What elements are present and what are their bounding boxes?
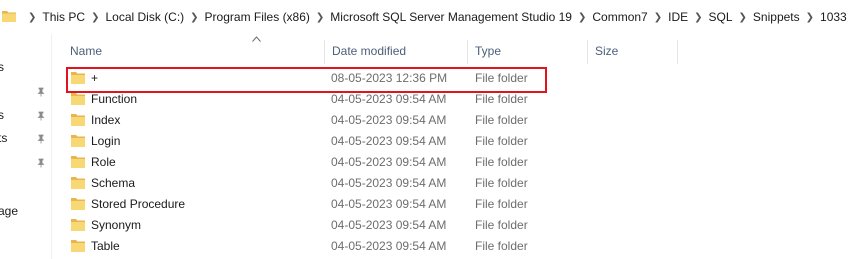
- file-name: Table: [91, 239, 120, 253]
- chevron-right-icon[interactable]: ❯: [316, 12, 324, 23]
- column-header-date-modified[interactable]: Date modified: [324, 36, 467, 66]
- breadcrumb-sql[interactable]: SQL: [709, 10, 733, 24]
- file-date-modified: 04-05-2023 09:54 AM: [331, 218, 447, 232]
- column-headers: Name Date modified Type Size: [62, 36, 853, 66]
- file-type: File folder: [475, 218, 528, 232]
- file-list: + 08-05-2023 12:36 PM File folder Functi…: [62, 68, 853, 257]
- chevron-right-icon[interactable]: ❯: [28, 12, 36, 23]
- chevron-right-icon[interactable]: ❯: [578, 12, 586, 23]
- pin-icon[interactable]: [36, 111, 46, 121]
- nav-item-fragment[interactable]: s: [0, 60, 4, 74]
- column-divider[interactable]: [677, 40, 678, 64]
- list-item[interactable]: Login 04-05-2023 09:54 AM File folder: [62, 131, 853, 152]
- folder-icon: [71, 219, 85, 231]
- file-date-modified: 04-05-2023 09:54 AM: [331, 197, 447, 211]
- breadcrumb-local-disk[interactable]: Local Disk (C:): [105, 10, 184, 24]
- file-type: File folder: [475, 155, 528, 169]
- folder-icon: [71, 93, 85, 105]
- breadcrumb: ❯ This PC ❯ Local Disk (C:) ❯ Program Fi…: [22, 0, 847, 34]
- pin-icon[interactable]: [36, 158, 46, 168]
- file-name: Login: [91, 134, 121, 148]
- file-date-modified: 04-05-2023 09:54 AM: [331, 92, 447, 106]
- file-date-modified: 04-05-2023 09:54 AM: [331, 239, 447, 253]
- navigation-pane: s s ts age: [0, 34, 52, 259]
- file-name: Function: [91, 92, 138, 106]
- nav-item-fragment[interactable]: age: [0, 204, 18, 218]
- column-header-type[interactable]: Type: [467, 36, 587, 66]
- folder-icon: [71, 135, 85, 147]
- breadcrumb-snippets[interactable]: Snippets: [753, 10, 800, 24]
- file-name: Stored Procedure: [91, 197, 186, 211]
- breadcrumb-ide[interactable]: IDE: [668, 10, 688, 24]
- folder-icon: [71, 114, 85, 126]
- pin-icon[interactable]: [36, 134, 46, 144]
- address-bar[interactable]: ❯ This PC ❯ Local Disk (C:) ❯ Program Fi…: [0, 0, 853, 34]
- file-date-modified: 04-05-2023 09:54 AM: [331, 176, 447, 190]
- folder-icon: [71, 177, 85, 189]
- chevron-right-icon[interactable]: ❯: [654, 12, 662, 23]
- file-type: File folder: [475, 239, 528, 253]
- file-name: +: [91, 71, 99, 85]
- file-date-modified: 08-05-2023 12:36 PM: [331, 71, 448, 85]
- nav-item-fragment[interactable]: s: [0, 108, 4, 122]
- chevron-right-icon[interactable]: ❯: [739, 12, 747, 23]
- file-date-modified: 04-05-2023 09:54 AM: [331, 155, 447, 169]
- file-type: File folder: [475, 113, 528, 127]
- file-type: File folder: [475, 197, 528, 211]
- list-item[interactable]: Role 04-05-2023 09:54 AM File folder: [62, 152, 853, 173]
- folder-icon: [2, 11, 16, 22]
- file-type: File folder: [475, 134, 528, 148]
- pin-icon[interactable]: [36, 87, 46, 97]
- file-type: File folder: [475, 176, 528, 190]
- list-item[interactable]: + 08-05-2023 12:36 PM File folder: [62, 68, 853, 89]
- folder-icon: [71, 156, 85, 168]
- chevron-right-icon[interactable]: ❯: [190, 12, 198, 23]
- list-item[interactable]: Function 04-05-2023 09:54 AM File folder: [62, 89, 853, 110]
- breadcrumb-this-pc[interactable]: This PC: [42, 10, 85, 24]
- file-type: File folder: [475, 92, 528, 106]
- chevron-right-icon[interactable]: ❯: [91, 12, 99, 23]
- column-header-size[interactable]: Size: [587, 36, 677, 66]
- folder-icon: [71, 240, 85, 252]
- list-item[interactable]: Index 04-05-2023 09:54 AM File folder: [62, 110, 853, 131]
- list-item[interactable]: Stored Procedure 04-05-2023 09:54 AM Fil…: [62, 194, 853, 215]
- breadcrumb-1033[interactable]: 1033: [820, 10, 847, 24]
- list-item[interactable]: Schema 04-05-2023 09:54 AM File folder: [62, 173, 853, 194]
- file-type: File folder: [475, 71, 528, 85]
- list-item[interactable]: Synonym 04-05-2023 09:54 AM File folder: [62, 215, 853, 236]
- breadcrumb-common7[interactable]: Common7: [592, 10, 647, 24]
- breadcrumb-ssms[interactable]: Microsoft SQL Server Management Studio 1…: [330, 10, 572, 24]
- folder-icon: [71, 72, 85, 84]
- file-date-modified: 04-05-2023 09:54 AM: [331, 113, 447, 127]
- chevron-right-icon[interactable]: ❯: [806, 12, 814, 23]
- nav-item-fragment[interactable]: ts: [0, 131, 7, 145]
- chevron-right-icon[interactable]: ❯: [694, 12, 702, 23]
- folder-icon: [71, 198, 85, 210]
- file-date-modified: 04-05-2023 09:54 AM: [331, 134, 447, 148]
- file-name: Role: [91, 155, 116, 169]
- list-item[interactable]: Table 04-05-2023 09:54 AM File folder: [62, 236, 853, 257]
- file-name: Synonym: [91, 218, 142, 232]
- file-name: Schema: [91, 176, 136, 190]
- breadcrumb-program-files[interactable]: Program Files (x86): [205, 10, 310, 24]
- column-header-name[interactable]: Name: [62, 36, 324, 66]
- file-name: Index: [91, 113, 121, 127]
